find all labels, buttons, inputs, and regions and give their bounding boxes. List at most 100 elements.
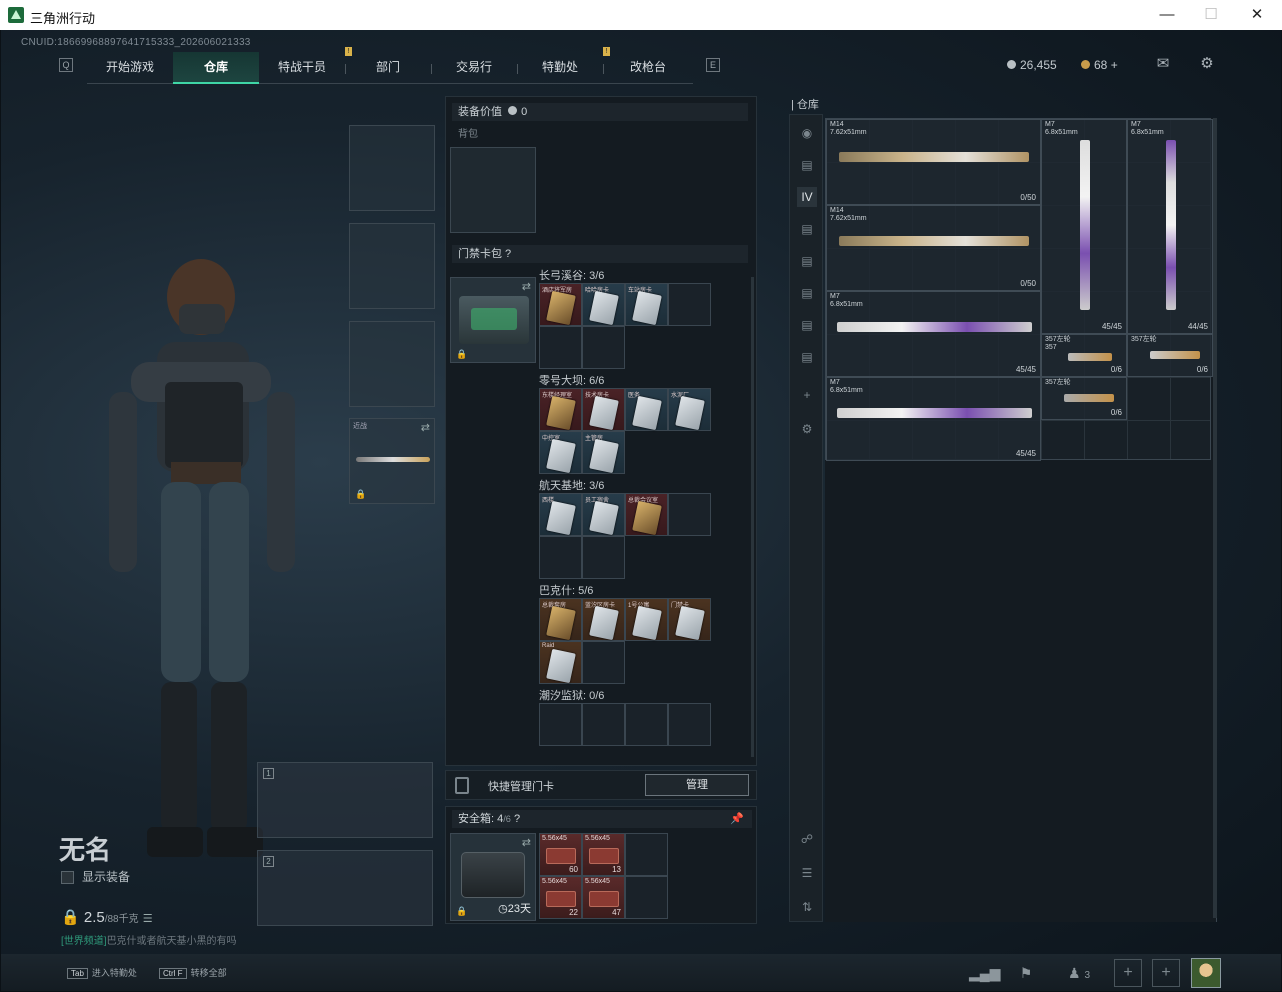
mail-icon[interactable]: ✉ (1154, 56, 1172, 72)
close-button[interactable]: ✕ (1242, 4, 1272, 26)
manage-button[interactable]: 管理 (645, 774, 749, 796)
swap-icon[interactable]: ⇄ (522, 836, 531, 849)
safe-box-slot[interactable] (625, 833, 668, 876)
warehouse-tab-weapons-icon[interactable]: IV (797, 187, 817, 207)
ammo-slot[interactable]: 5.56x45 13 (582, 833, 625, 876)
keycard-slot[interactable]: 总裁套房 (539, 598, 582, 641)
pistol-slot[interactable] (349, 321, 435, 407)
swap-icon[interactable]: ⇄ (522, 280, 531, 293)
warehouse-tab-icon[interactable]: ▤ (797, 251, 817, 271)
keycard-slot[interactable] (582, 703, 625, 746)
warehouse-item-m14[interactable]: M14 7.62x51mm 0/50 (826, 205, 1041, 291)
minimize-button[interactable]: — (1152, 4, 1182, 26)
keycard-slot[interactable] (582, 326, 625, 369)
hint-transfer-all[interactable]: Ctrl F 转移全部 (159, 966, 227, 979)
nav-next-key[interactable]: E (706, 58, 720, 72)
warehouse-item-m7[interactable]: M7 6.8x51mm 45/45 (826, 377, 1041, 461)
keycard-slot[interactable] (668, 493, 711, 536)
keycard-slot[interactable]: Raid (539, 641, 582, 684)
keycard-slot[interactable]: 总裁会议室 (625, 493, 668, 536)
warehouse-item-m7[interactable]: M7 6.8x51mm 44/45 (1127, 119, 1213, 334)
hint-enter-special[interactable]: Tab 进入特勤处 (67, 966, 137, 979)
flag-icon[interactable]: ⚑ (1013, 960, 1039, 986)
keycard-case[interactable]: ⇄ 🔒 (450, 277, 536, 363)
tab-warehouse[interactable]: 仓库 (173, 52, 259, 84)
keycard-slot[interactable] (539, 703, 582, 746)
keycard-slot[interactable] (668, 703, 711, 746)
chat-line[interactable]: [世界频道]巴克什或者航天基小黑的有吗 (61, 932, 237, 947)
lock-icon: 🔒 (456, 906, 468, 916)
keycard-slot[interactable]: 中控室 (539, 431, 582, 474)
warehouse-item-m7[interactable]: M7 6.8x51mm 45/45 (826, 291, 1041, 377)
keycard-slot[interactable] (539, 536, 582, 579)
keycard-slot[interactable]: 东楼经理室 (539, 388, 582, 431)
tab-trade[interactable]: 交易行 (431, 52, 517, 84)
primary-weapon-slot[interactable]: 1 (257, 762, 433, 838)
tab-operators[interactable]: 特战干员! (259, 47, 352, 84)
keycard-slot[interactable]: 车站房卡 (625, 283, 668, 326)
tab-special-service[interactable]: 特勤处! (517, 47, 610, 84)
ammo-slot[interactable]: 5.56x45 47 (582, 876, 625, 919)
keycard-slot[interactable]: 门禁卡 (668, 598, 711, 641)
invite-slot-button[interactable]: + (1152, 959, 1180, 987)
show-equipment-toggle[interactable]: 显示装备 (61, 868, 130, 885)
nav-prev-key[interactable]: Q (59, 58, 73, 72)
settings-gear-icon[interactable]: ⚙ (1198, 56, 1216, 72)
keycard-slot[interactable]: 医务 (625, 388, 668, 431)
ammo-slot[interactable]: 5.56x45 60 (539, 833, 582, 876)
keycard-slot[interactable] (539, 326, 582, 369)
list-icon[interactable]: ☰ (143, 913, 153, 925)
tab-start-game[interactable]: 开始游戏 (87, 52, 173, 84)
keycard-slot[interactable]: 酒店将军房 (539, 283, 582, 326)
warehouse-item-m14[interactable]: M14 7.62x51mm 0/50 (826, 119, 1041, 205)
keycard-slot[interactable] (582, 536, 625, 579)
warehouse-item-revolver[interactable]: 357左轮 357 0/6 (1041, 334, 1127, 377)
sort-icon[interactable]: ☍ (797, 829, 817, 849)
keycard-slot[interactable]: 1号公寓 (625, 598, 668, 641)
tab-settings-gear-icon[interactable]: ⚙ (797, 419, 817, 439)
keycard-slot[interactable]: 员工宿舍 (582, 493, 625, 536)
add-currency-button[interactable]: + (1111, 58, 1118, 72)
ammo-slot[interactable]: 5.56x45 22 (539, 876, 582, 919)
keycard-slot[interactable]: 水泥厂 (668, 388, 711, 431)
avatar[interactable] (1191, 958, 1221, 988)
keycard-slot[interactable]: 西楼 (539, 493, 582, 536)
secondary-weapon-slot[interactable]: 2 (257, 850, 433, 926)
warehouse-tab-icon[interactable]: ▤ (797, 315, 817, 335)
tab-department[interactable]: 部门 (345, 52, 431, 84)
warehouse-scrollbar[interactable] (1213, 118, 1217, 918)
stats-chart-icon[interactable]: ▂▄▆ (969, 960, 1000, 986)
show-equipment-checkbox[interactable] (61, 871, 74, 885)
warehouse-item-revolver[interactable]: 357左轮 0/6 (1127, 334, 1213, 377)
armor-slot[interactable] (349, 223, 435, 309)
keycard-slot[interactable]: 主管房 (582, 431, 625, 474)
keycard-slot[interactable]: 蓝汐区房卡 (582, 598, 625, 641)
add-tab-icon[interactable]: + (797, 385, 817, 405)
warehouse-tab-icon[interactable]: ▤ (797, 347, 817, 367)
warehouse-item-m7[interactable]: M7 6.8x51mm 45/45 (1041, 119, 1127, 334)
helmet-slot[interactable] (349, 125, 435, 211)
layers-icon[interactable]: ☰ (797, 863, 817, 883)
safe-box-case[interactable]: ⇄ 🔒 ◷23天 (450, 833, 536, 921)
pin-icon[interactable]: 📌 (730, 810, 744, 828)
keycard-slot[interactable] (582, 641, 625, 684)
backpack-slot[interactable] (450, 147, 536, 233)
invite-slot-button[interactable]: + (1114, 959, 1142, 987)
warehouse-tab-all-icon[interactable]: ◉ (797, 123, 817, 143)
safe-box-slot[interactable] (625, 876, 668, 919)
keycard-slot[interactable] (668, 283, 711, 326)
organize-icon[interactable]: ⇅ (797, 897, 817, 917)
warehouse-tab-icon[interactable]: ▤ (797, 219, 817, 239)
warehouse-tab-icon[interactable]: ▤ (797, 283, 817, 303)
maximize-button[interactable]: ☐ (1196, 4, 1226, 26)
swap-icon[interactable]: ⇄ (421, 421, 430, 434)
warehouse-item-revolver[interactable]: 357左轮 0/6 (1041, 377, 1127, 420)
tab-gunsmith[interactable]: 改枪台 (603, 52, 693, 84)
keycard-slot[interactable] (625, 703, 668, 746)
keycard-slot[interactable]: 技术房卡 (582, 388, 625, 431)
friends-icon[interactable]: ♟ 3 (1059, 960, 1099, 986)
melee-slot[interactable]: 近战 ⇄ 🔒 (349, 418, 435, 504)
warehouse-tab-icon[interactable]: ▤ (797, 155, 817, 175)
scrollbar[interactable] (751, 277, 754, 757)
keycard-slot[interactable]: 哈哈房卡 (582, 283, 625, 326)
